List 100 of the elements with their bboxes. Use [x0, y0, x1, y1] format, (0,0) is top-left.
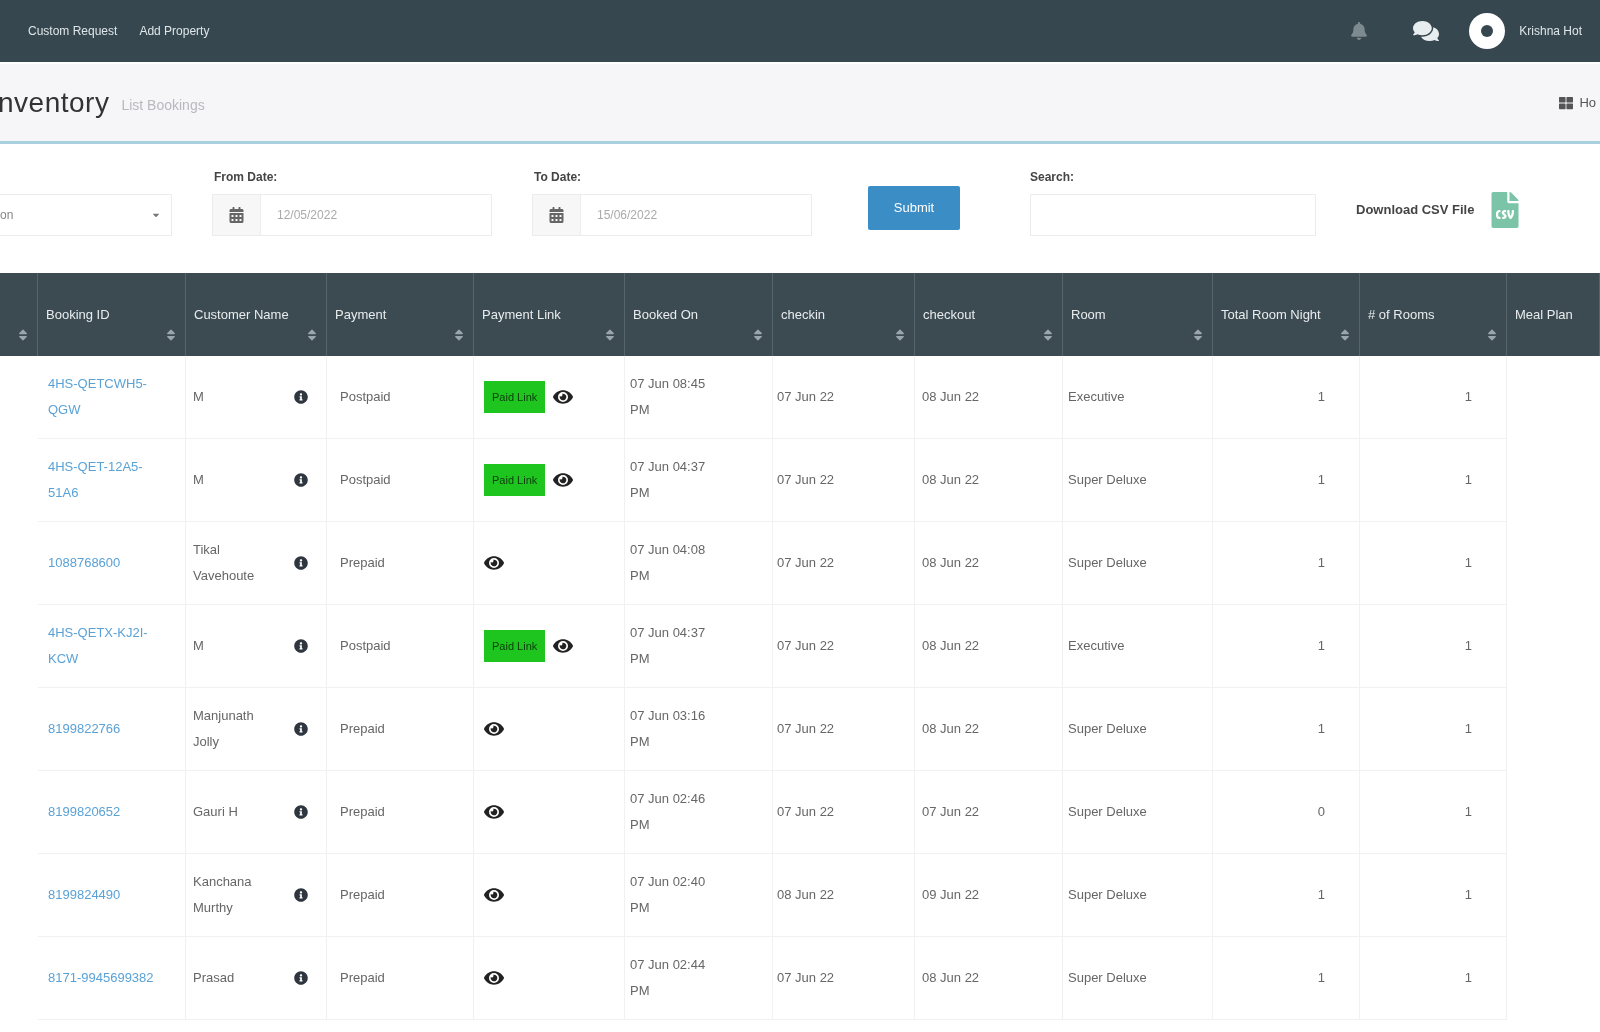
sort-icon[interactable]: [306, 328, 318, 342]
payment-link-badge[interactable]: Paid Link: [484, 630, 546, 662]
table-cell-text: 1: [1317, 720, 1325, 738]
table-cell-text: Postpaid: [340, 637, 391, 655]
table-cell-text: 1: [1317, 388, 1325, 406]
table-cell-text: 1: [1464, 388, 1472, 406]
table-cell-text: 07 Jun 08:45 PM: [630, 375, 707, 419]
eye-icon[interactable]: [484, 803, 504, 821]
table-cell-text: 1: [1464, 554, 1472, 572]
table-cell-text: 09 Jun 22: [922, 886, 980, 904]
table-cell-text: Postpaid: [340, 388, 391, 406]
table-cell-text: 08 Jun 22: [922, 471, 980, 489]
column-header[interactable]: Booking ID: [46, 301, 110, 328]
sort-icon[interactable]: [752, 328, 764, 342]
breadcrumb-link[interactable]: Ho: [1579, 92, 1600, 113]
avatar-icon[interactable]: [1469, 13, 1506, 49]
eye-icon[interactable]: [484, 554, 504, 572]
table-cell-text: Executive: [1068, 388, 1125, 406]
eye-icon[interactable]: [553, 388, 574, 406]
calendar-icon: [229, 207, 244, 223]
table-cell-text: 08 Jun 22: [922, 637, 980, 655]
table-cell-text: 07 Jun 04:08 PM: [630, 541, 707, 585]
table-cell-text: Gauri H: [193, 803, 238, 821]
grid-icon[interactable]: [1559, 95, 1574, 110]
sort-icon[interactable]: [894, 328, 906, 342]
column-header[interactable]: Booked On: [633, 301, 699, 328]
payment-link-badge[interactable]: Paid Link: [484, 381, 546, 413]
info-icon[interactable]: [294, 805, 308, 819]
type-select[interactable]: on: [0, 194, 172, 236]
table-cell-text: Super Deluxe: [1068, 803, 1147, 821]
table-cell-text: 07 Jun 22: [777, 554, 835, 572]
eye-icon[interactable]: [484, 969, 504, 987]
table-cell-text: 07 Jun 04:37 PM: [630, 624, 707, 668]
nav-link[interactable]: Add Property: [139, 22, 210, 40]
nav-link[interactable]: Custom Request: [28, 22, 118, 40]
table-cell-text: Prepaid: [340, 969, 385, 987]
info-icon[interactable]: [294, 473, 308, 487]
info-icon[interactable]: [294, 971, 308, 985]
table-cell-text: 0: [1317, 803, 1325, 821]
table-cell-text: Super Deluxe: [1068, 554, 1147, 572]
column-header[interactable]: Meal Plan: [1515, 301, 1573, 328]
table-cell-text: M: [193, 388, 204, 406]
field-label: Search:: [1030, 169, 1076, 186]
column-header[interactable]: Payment Link: [482, 301, 561, 328]
table-cell-text: Postpaid: [340, 471, 391, 489]
column-header[interactable]: Total Room Night: [1221, 301, 1321, 328]
chat-icon[interactable]: [1413, 19, 1440, 43]
table-cell-text: 1: [1464, 969, 1472, 987]
table-cell-text: Manjunath Jolly: [193, 707, 255, 751]
field-label: To Date:: [534, 169, 583, 186]
column-header[interactable]: Payment: [335, 301, 387, 328]
info-icon[interactable]: [294, 556, 308, 570]
table-cell-text: 1: [1317, 969, 1325, 987]
table-cell-text: M: [193, 637, 204, 655]
info-icon[interactable]: [294, 888, 308, 902]
calendar-icon: [549, 207, 564, 223]
bell-icon[interactable]: [1351, 22, 1368, 40]
column-header[interactable]: checkout: [923, 301, 976, 328]
table-cell-text: Executive: [1068, 637, 1125, 655]
info-icon[interactable]: [294, 639, 308, 653]
sort-icon[interactable]: [604, 328, 616, 342]
table-cell-text: Tikal Vavehoute: [193, 541, 256, 585]
sort-icon[interactable]: [1042, 328, 1054, 342]
info-icon[interactable]: [294, 390, 308, 404]
payment-link-badge[interactable]: Paid Link: [484, 464, 546, 496]
table-cell-text: 1: [1317, 471, 1325, 489]
eye-icon[interactable]: [553, 471, 574, 489]
column-header[interactable]: checkin: [781, 301, 826, 328]
table-cell-text: 08 Jun 22: [922, 554, 980, 572]
sort-icon[interactable]: [17, 328, 29, 342]
sort-icon[interactable]: [165, 328, 177, 342]
sort-icon[interactable]: [1486, 328, 1498, 342]
table-cell-text: 07 Jun 22: [777, 969, 835, 987]
table-cell-text: 08 Jun 22: [922, 720, 980, 738]
table-cell-text: 07 Jun 22: [777, 471, 835, 489]
column-header[interactable]: Customer Name: [194, 301, 289, 328]
eye-icon[interactable]: [553, 637, 574, 655]
column-header[interactable]: # of Rooms: [1368, 301, 1435, 328]
table-cell-text: 08 Jun 22: [777, 886, 835, 904]
table-cell-text: Kanchana Murthy: [193, 873, 253, 917]
eye-icon[interactable]: [484, 886, 504, 904]
column-header[interactable]: Room: [1071, 301, 1106, 328]
table-cell-text: 1: [1464, 471, 1472, 489]
table-cell-text: Super Deluxe: [1068, 886, 1147, 904]
table-cell-text: Prepaid: [340, 803, 385, 821]
submit-button[interactable]: Submit: [868, 186, 960, 230]
table-cell-text: 07 Jun 02:40 PM: [630, 873, 707, 917]
table-cell-text: 08 Jun 22: [922, 388, 980, 406]
eye-icon[interactable]: [484, 720, 504, 738]
table-cell-text: 1: [1464, 637, 1472, 655]
sort-icon[interactable]: [1192, 328, 1204, 342]
sort-icon[interactable]: [1339, 328, 1351, 342]
table-cell-text: 1: [1317, 554, 1325, 572]
table-cell-text: 1: [1317, 637, 1325, 655]
table-cell-text: M: [193, 471, 204, 489]
sort-icon[interactable]: [453, 328, 465, 342]
info-icon[interactable]: [294, 722, 308, 736]
table-cell-text: 1: [1464, 886, 1472, 904]
user-name[interactable]: Krishna Hot: [1519, 22, 1582, 40]
field-label: From Date:: [214, 169, 279, 186]
